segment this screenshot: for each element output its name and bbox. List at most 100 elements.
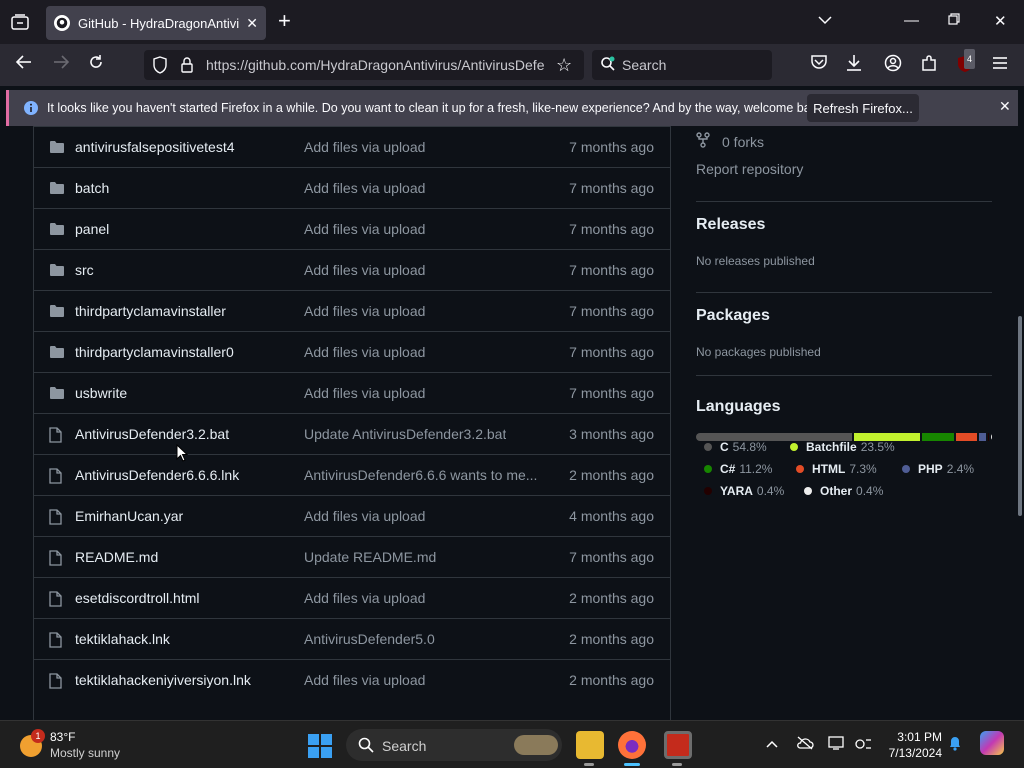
language-item[interactable]: PHP 2.4% <box>902 462 974 476</box>
file-name-link[interactable]: tektiklahackeniyiversiyon.lnk <box>75 672 251 688</box>
file-name-link[interactable]: batch <box>75 180 109 196</box>
commit-message-link[interactable]: Add files via upload <box>304 139 425 155</box>
copilot-icon[interactable] <box>980 731 1004 755</box>
file-row[interactable]: thirdpartyclamavinstaller0 Add files via … <box>34 331 670 372</box>
reload-icon[interactable] <box>88 54 104 74</box>
notification-bell-icon[interactable] <box>948 735 962 754</box>
fork-icon <box>696 132 710 151</box>
url-text[interactable]: https://github.com/HydraDragonAntivirus/… <box>206 57 546 73</box>
file-name-link[interactable]: panel <box>75 221 109 237</box>
clamav-app-icon[interactable] <box>664 731 692 759</box>
commit-message-link[interactable]: Add files via upload <box>304 180 425 196</box>
file-name-link[interactable]: src <box>75 262 94 278</box>
language-color-dot <box>704 487 712 495</box>
commit-message-link[interactable]: Add files via upload <box>304 508 425 524</box>
clock-date[interactable]: 7/13/2024 <box>880 746 942 760</box>
commit-message-link[interactable]: Add files via upload <box>304 344 425 360</box>
file-row[interactable]: antivirusfalsepositivetest4 Add files via… <box>34 126 670 167</box>
extensions-icon[interactable] <box>920 54 938 76</box>
display-icon[interactable] <box>828 736 846 753</box>
file-row[interactable]: batch Add files via upload 7 months ago <box>34 167 670 208</box>
close-window-icon[interactable]: ✕ <box>994 12 1007 30</box>
file-row[interactable]: src Add files via upload 7 months ago <box>34 249 670 290</box>
file-row[interactable]: tektiklahack.lnk AntivirusDefender5.0 2 mo… <box>34 618 670 659</box>
clock-time[interactable]: 3:01 PM <box>892 730 942 744</box>
releases-heading[interactable]: Releases <box>696 216 765 234</box>
language-item[interactable]: HTML 7.3% <box>796 462 877 476</box>
extension-badge: 4 <box>964 49 976 69</box>
network-icon[interactable] <box>854 736 872 755</box>
new-tab-button[interactable]: + <box>278 10 291 32</box>
language-item[interactable]: Other 0.4% <box>804 484 883 498</box>
packages-heading[interactable]: Packages <box>696 307 770 325</box>
file-row[interactable]: AntivirusDefender6.6.6.lnk AntivirusDefen… <box>34 454 670 495</box>
file-row[interactable]: panel Add files via upload 7 months ago <box>34 208 670 249</box>
file-name-link[interactable]: antivirusfalsepositivetest4 <box>75 139 235 155</box>
commit-message-link[interactable]: Update README.md <box>304 549 436 565</box>
notification-close-icon[interactable]: ✕ <box>999 98 1011 115</box>
file-name-link[interactable]: README.md <box>75 549 158 565</box>
menu-icon[interactable] <box>992 54 1008 74</box>
weather-description[interactable]: Mostly sunny <box>50 746 120 760</box>
firefox-icon[interactable] <box>618 731 646 759</box>
file-name-link[interactable]: thirdpartyclamavinstaller0 <box>75 344 234 360</box>
search-bar[interactable]: Search <box>592 50 772 80</box>
commit-message-link[interactable]: Update AntivirusDefender3.2.bat <box>304 426 506 442</box>
report-repository-link[interactable]: Report repository <box>696 161 803 177</box>
file-row[interactable]: esetdiscordtroll.html Add files via uploa… <box>34 577 670 618</box>
back-icon[interactable] <box>15 54 33 74</box>
commit-message-link[interactable]: Add files via upload <box>304 262 425 278</box>
file-name-link[interactable]: tektiklahack.lnk <box>75 631 170 647</box>
temperature[interactable]: 83°F <box>50 730 75 744</box>
shield-icon[interactable] <box>152 56 168 79</box>
folder-icon <box>49 222 65 241</box>
file-name-link[interactable]: usbwrite <box>75 385 127 401</box>
file-name-link[interactable]: EmirhanUcan.yar <box>75 508 183 524</box>
forks-link[interactable]: 0 forks <box>696 132 764 151</box>
github-icon <box>54 15 70 31</box>
list-all-tabs-icon[interactable] <box>818 12 832 29</box>
file-explorer-icon[interactable] <box>576 731 604 759</box>
file-row[interactable]: tektiklahackeniyiversiyon.lnk Add files v… <box>34 659 670 700</box>
language-item[interactable]: C 54.8% <box>704 440 767 454</box>
language-item[interactable]: YARA 0.4% <box>704 484 784 498</box>
file-name-link[interactable]: thirdpartyclamavinstaller <box>75 303 226 319</box>
tab-close-icon[interactable]: ✕ <box>246 15 258 32</box>
file-row[interactable]: EmirhanUcan.yar Add files via upload 4 mon… <box>34 495 670 536</box>
taskbar-search[interactable]: Search <box>346 729 562 761</box>
commit-message-link[interactable]: Add files via upload <box>304 303 425 319</box>
commit-message-link[interactable]: Add files via upload <box>304 590 425 606</box>
commit-message-link[interactable]: Add files via upload <box>304 672 425 688</box>
commit-message-link[interactable]: AntivirusDefender5.0 <box>304 631 435 647</box>
chevron-up-icon[interactable] <box>766 736 778 752</box>
cloud-offline-icon[interactable] <box>796 736 814 753</box>
file-row[interactable]: usbwrite Add files via upload 7 months ago <box>34 372 670 413</box>
bookmark-star-icon[interactable]: ☆ <box>556 55 572 76</box>
commit-message-link[interactable]: AntivirusDefender6.6.6 wants to me... <box>304 467 537 483</box>
ublock-icon[interactable]: 4 <box>956 49 976 78</box>
commit-message-link[interactable]: Add files via upload <box>304 385 425 401</box>
tab-list-icon[interactable] <box>8 11 32 33</box>
tab-github[interactable]: GitHub - HydraDragonAntiviru ✕ <box>46 6 266 40</box>
url-bar[interactable]: https://github.com/HydraDragonAntivirus/… <box>144 50 584 80</box>
downloads-icon[interactable] <box>846 54 862 76</box>
file-row[interactable]: AntivirusDefender3.2.bat Update Antivirus… <box>34 413 670 454</box>
commit-message-link[interactable]: Add files via upload <box>304 221 425 237</box>
language-item[interactable]: Batchfile 23.5% <box>790 440 895 454</box>
minimize-icon[interactable]: — <box>904 12 919 29</box>
file-row[interactable]: thirdpartyclamavinstaller Add files via u… <box>34 290 670 331</box>
refresh-firefox-button[interactable]: Refresh Firefox... <box>807 94 919 122</box>
page-scrollbar[interactable] <box>1018 316 1022 516</box>
pocket-icon[interactable] <box>810 54 828 74</box>
windows-start-icon[interactable] <box>308 734 332 758</box>
file-name-link[interactable]: esetdiscordtroll.html <box>75 590 200 606</box>
maximize-icon[interactable] <box>948 12 960 29</box>
language-item[interactable]: C# 11.2% <box>704 462 772 476</box>
weather-alert-badge: 1 <box>31 729 45 743</box>
forward-icon[interactable] <box>52 54 70 74</box>
lock-icon[interactable] <box>180 56 194 79</box>
file-name-link[interactable]: AntivirusDefender6.6.6.lnk <box>75 467 239 483</box>
file-row[interactable]: README.md Update README.md 7 months ago <box>34 536 670 577</box>
account-icon[interactable] <box>884 54 902 76</box>
file-name-link[interactable]: AntivirusDefender3.2.bat <box>75 426 229 442</box>
